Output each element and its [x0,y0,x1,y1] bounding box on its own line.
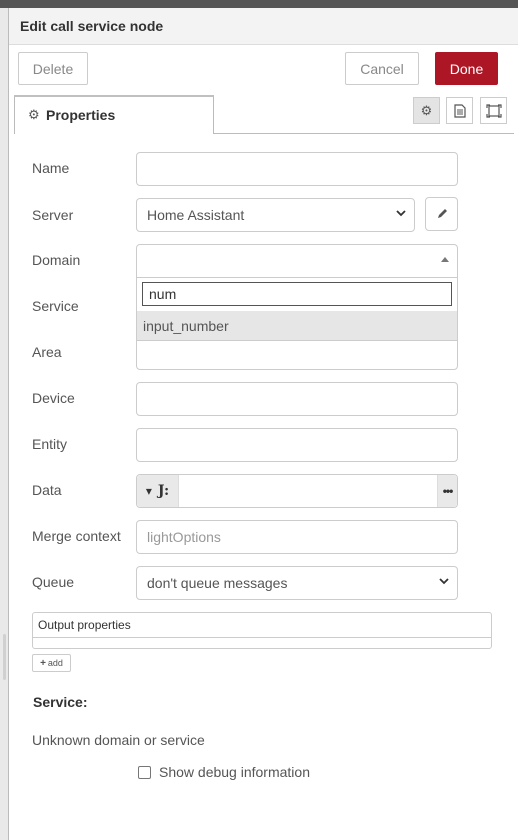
done-button[interactable]: Done [435,52,498,85]
chevron-down-icon [439,576,449,589]
cancel-button[interactable]: Cancel [345,52,419,85]
properties-tab-button[interactable]: ⚙ [413,97,440,124]
tab-properties-label: Properties [46,107,116,123]
add-output-button[interactable]: + add [32,654,71,672]
dialog-title: Edit call service node [20,18,164,34]
gear-icon: ⚙ [420,102,433,118]
queue-select[interactable]: don't queue messages [136,566,458,600]
area-input[interactable] [136,336,458,370]
workspace-gutter [0,8,8,840]
output-properties-label: Output properties [38,618,131,632]
json-type-icon: J: [157,483,170,499]
merge-context-label: Merge context [32,528,121,544]
delete-button[interactable]: Delete [18,52,88,85]
description-tab-button[interactable] [446,97,473,124]
merge-context-placeholder: lightOptions [147,529,221,545]
document-icon [453,103,466,118]
pencil-icon [437,209,447,218]
server-select[interactable]: Home Assistant [136,198,415,232]
merge-context-input[interactable]: lightOptions [136,520,458,554]
data-label: Data [32,482,62,498]
service-message: Unknown domain or service [32,732,205,748]
queue-label: Queue [32,574,75,590]
output-properties-list: Output properties [32,612,492,649]
server-value: Home Assistant [147,207,245,223]
domain-dropdown[interactable]: num input_number [136,244,458,341]
chevron-down-icon [396,208,406,221]
tab-properties[interactable]: ⚙ Properties [14,95,214,134]
plus-icon: + [40,657,46,669]
name-input[interactable] [136,152,458,186]
top-bar [0,0,518,8]
debug-checkbox-label[interactable]: Show debug information [159,764,310,780]
resize-handle[interactable] [3,634,6,680]
data-typed-input[interactable]: ▾ J: ••• [136,474,458,508]
device-label: Device [32,390,75,406]
gear-icon: ⚙ [28,107,40,122]
appearance-tab-button[interactable] [480,97,507,124]
dialog-header: Edit call service node [9,8,518,45]
data-type-selector[interactable]: ▾ J: [137,475,179,507]
service-heading: Service: [33,694,88,710]
frame-icon [485,103,502,118]
caret-up-icon [441,257,449,262]
add-label: add [47,658,63,668]
server-label: Server [32,207,74,223]
entity-input[interactable] [136,428,458,462]
domain-label: Domain [32,252,81,268]
device-input[interactable] [136,382,458,416]
edit-dialog: Edit call service node Delete Cancel Don… [8,8,518,840]
divider [33,637,491,638]
name-label: Name [32,160,70,176]
queue-value: don't queue messages [147,575,288,591]
ellipsis-icon: ••• [442,484,454,498]
domain-select[interactable] [137,245,457,278]
expand-editor-button[interactable]: ••• [437,475,457,507]
debug-checkbox[interactable] [138,766,151,779]
entity-label: Entity [32,436,68,452]
caret-down-icon: ▾ [145,484,152,498]
domain-option[interactable]: input_number [137,311,457,340]
edit-server-button[interactable] [425,197,458,231]
area-label: Area [32,344,62,360]
service-label: Service [32,298,79,314]
domain-search-input[interactable]: num [142,282,452,306]
